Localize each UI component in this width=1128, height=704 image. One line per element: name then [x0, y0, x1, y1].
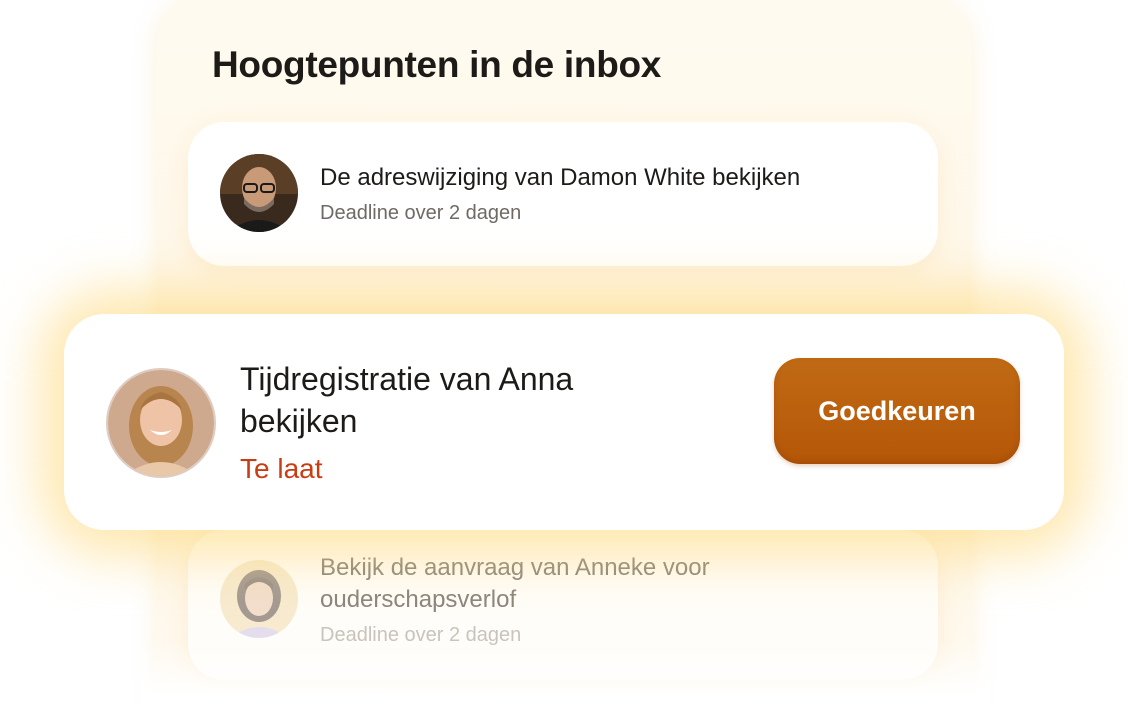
- late-status: Te laat: [240, 453, 323, 484]
- bald-man-avatar-icon: [220, 154, 298, 232]
- bottom-fade: [140, 640, 990, 704]
- panel-title: Hoogtepunten in de inbox: [212, 44, 662, 85]
- avatar: [220, 560, 298, 638]
- highlighted-inbox-item[interactable]: Tijdregistratie van Anna bekijken Te laa…: [64, 314, 1064, 530]
- avatar: [220, 154, 298, 232]
- inbox-item-address-change[interactable]: De adreswijziging van Damon White bekijk…: [188, 122, 938, 266]
- inbox-item-deadline: Deadline over 2 dagen: [320, 202, 522, 224]
- avatar: [108, 370, 214, 476]
- smiling-woman-avatar-icon: [108, 370, 214, 476]
- approve-button[interactable]: Goedkeuren: [774, 358, 1020, 464]
- card-title: Tijdregistratie van Anna bekijken: [240, 361, 574, 439]
- woman-avatar-icon: [220, 560, 298, 638]
- inbox-item-title: De adreswijziging van Damon White bekijk…: [320, 164, 801, 191]
- inbox-item-title: Bekijk de aanvraag van Anneke voor ouder…: [320, 554, 710, 613]
- inbox-highlights-stage: Hoogtepunten in de inbox De adreswijzigi…: [0, 0, 1128, 704]
